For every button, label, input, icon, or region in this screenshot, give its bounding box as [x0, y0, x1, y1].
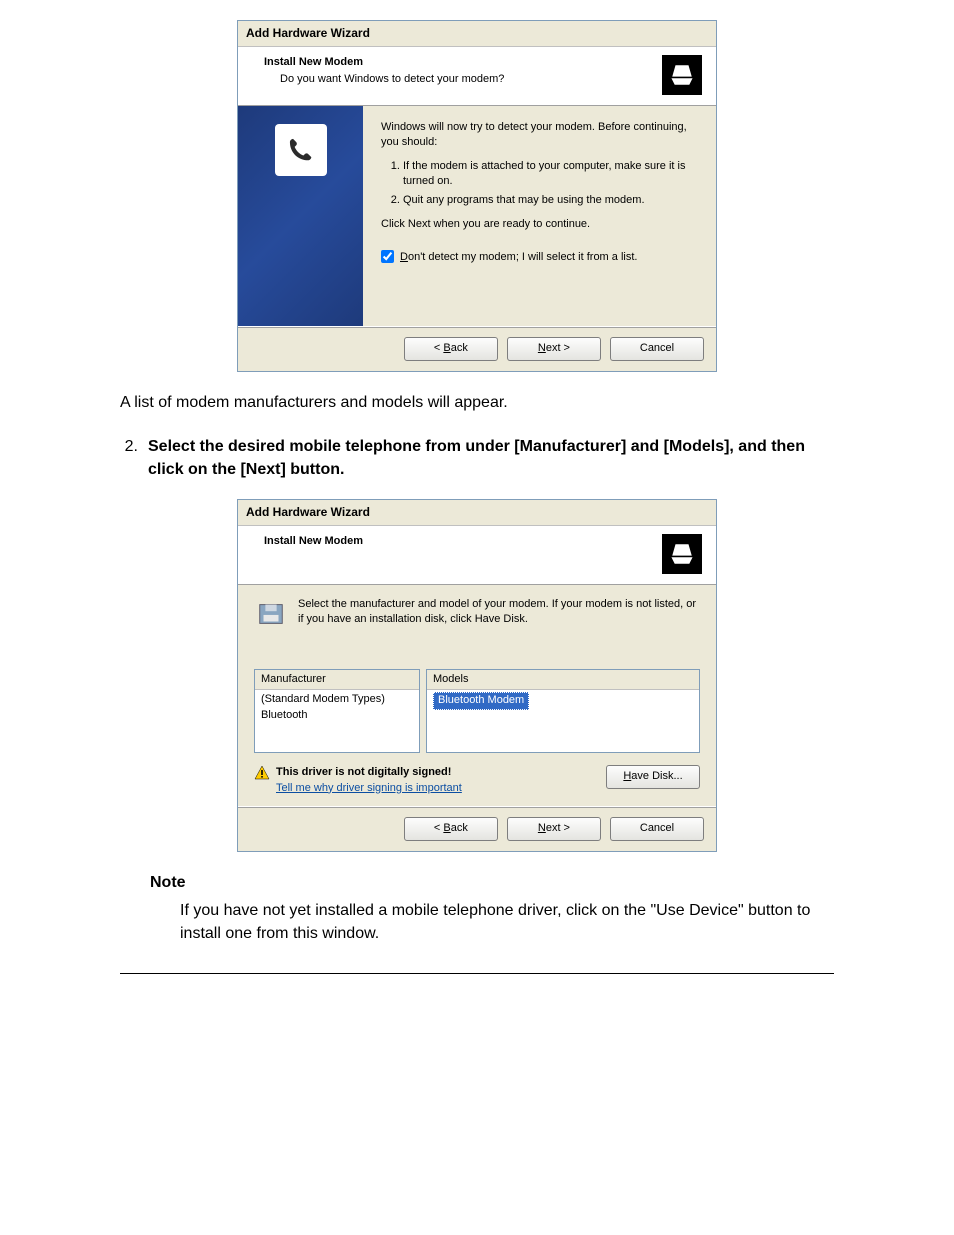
divider — [120, 973, 834, 974]
diskette-icon — [254, 597, 288, 631]
wizard-heading: Install New Modem — [252, 534, 654, 549]
note-text: If you have not yet installed a mobile t… — [180, 900, 834, 945]
models-header: Models — [427, 670, 699, 690]
models-list[interactable]: Models Bluetooth Modem — [426, 669, 700, 753]
have-disk-button[interactable]: Have Disk... — [606, 765, 700, 789]
wizard-select-modem: Add Hardware Wizard Install New Modem Se… — [237, 499, 717, 852]
wizard-subheading: Do you want Windows to detect your modem… — [252, 72, 654, 87]
intro-text: Windows will now try to detect your mode… — [381, 120, 698, 151]
step-2: Quit any programs that may be using the … — [403, 193, 698, 208]
wizard-content: Windows will now try to detect your mode… — [363, 106, 716, 326]
dont-detect-checkbox[interactable] — [381, 250, 394, 263]
wizard-header: Install New Modem Do you want Windows to… — [238, 47, 716, 106]
manufacturer-header: Manufacturer — [255, 670, 419, 690]
next-button[interactable]: Next > — [507, 817, 601, 841]
step-1: If the modem is attached to your compute… — [403, 159, 698, 190]
warning-text: This driver is not digitally signed! — [276, 765, 462, 780]
wizard-header: Install New Modem — [238, 526, 716, 585]
step-instruction: Select the desired mobile telephone from… — [148, 436, 834, 481]
list-item[interactable]: (Standard Modem Types) — [261, 692, 413, 707]
list-item-selected[interactable]: Bluetooth Modem — [433, 692, 529, 709]
window-title: Add Hardware Wizard — [238, 21, 716, 47]
phone-icon — [275, 124, 327, 176]
wizard-sidebar-graphic — [238, 106, 363, 326]
next-button[interactable]: Next > — [507, 337, 601, 361]
list-item[interactable]: Bluetooth — [261, 708, 413, 723]
select-instruction: Select the manufacturer and model of you… — [298, 597, 700, 628]
modem-icon — [662, 55, 702, 95]
signing-link[interactable]: Tell me why driver signing is important — [276, 782, 462, 794]
caption-1: A list of modem manufacturers and models… — [120, 392, 834, 414]
wizard-footer: < Back Next > Cancel — [238, 806, 716, 851]
warning-icon — [254, 765, 270, 781]
modem-icon — [662, 534, 702, 574]
cancel-button[interactable]: Cancel — [610, 817, 704, 841]
back-button[interactable]: < Back — [404, 817, 498, 841]
cancel-button[interactable]: Cancel — [610, 337, 704, 361]
step-number: 2. — [120, 436, 138, 458]
manufacturer-list[interactable]: Manufacturer (Standard Modem Types) Blue… — [254, 669, 420, 753]
note-heading: Note — [150, 872, 894, 894]
wizard-detect-modem: Add Hardware Wizard Install New Modem Do… — [237, 20, 717, 372]
window-title: Add Hardware Wizard — [238, 500, 716, 526]
back-button[interactable]: < Back — [404, 337, 498, 361]
continue-text: Click Next when you are ready to continu… — [381, 217, 698, 232]
wizard-heading: Install New Modem — [252, 55, 654, 70]
dont-detect-label[interactable]: Don't detect my modem; I will select it … — [400, 250, 637, 265]
wizard-footer: < Back Next > Cancel — [238, 326, 716, 371]
